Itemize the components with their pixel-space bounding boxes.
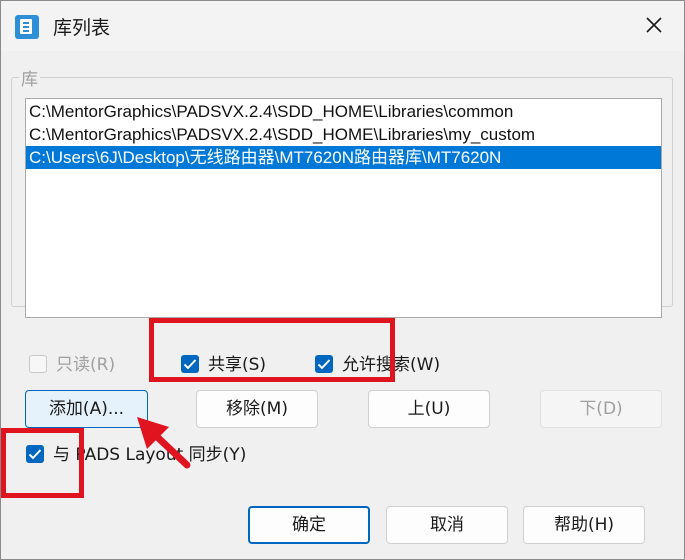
- shared-checkbox-box[interactable]: [181, 355, 199, 373]
- shared-label: 共享(S): [208, 355, 267, 375]
- library-listbox[interactable]: C:\MentorGraphics\PADSVX.2.4\SDD_HOME\Li…: [25, 98, 662, 318]
- checkmark-icon: [317, 359, 331, 370]
- cancel-button[interactable]: 取消: [386, 506, 508, 544]
- move-down-button[interactable]: 下(D): [540, 390, 662, 428]
- add-button[interactable]: 添加(A)...: [25, 390, 148, 428]
- readonly-checkbox-box[interactable]: [29, 355, 47, 373]
- title-bar[interactable]: 库列表: [1, 1, 684, 51]
- checkmark-icon: [183, 359, 197, 370]
- help-button[interactable]: 帮助(H): [523, 506, 645, 544]
- close-button[interactable]: [631, 5, 677, 45]
- window-title: 库列表: [53, 17, 111, 39]
- readonly-label: 只读(R): [56, 355, 116, 375]
- library-app-icon: [15, 15, 39, 39]
- checkmark-icon: [28, 449, 42, 460]
- sync-layout-label: 与 PADS Layout 同步(Y): [53, 445, 247, 465]
- library-list-item[interactable]: C:\MentorGraphics\PADSVX.2.4\SDD_HOME\Li…: [26, 100, 661, 123]
- allow-search-label: 允许搜索(W): [342, 355, 441, 375]
- library-list-dialog: 库列表 库 C:\MentorGraphics\PADSVX.2.4\SDD_H…: [0, 0, 685, 560]
- library-group-label: 库: [19, 65, 40, 90]
- remove-button[interactable]: 移除(M): [196, 390, 318, 428]
- close-icon: [646, 17, 662, 33]
- library-list-item-selected[interactable]: C:\Users\6J\Desktop\无线路由器\MT7620N路由器库\MT…: [26, 146, 661, 169]
- ok-button[interactable]: 确定: [248, 506, 370, 544]
- allow-search-checkbox-box[interactable]: [315, 355, 333, 373]
- move-up-button[interactable]: 上(U): [368, 390, 490, 428]
- library-list-item[interactable]: C:\MentorGraphics\PADSVX.2.4\SDD_HOME\Li…: [26, 123, 661, 146]
- sync-layout-checkbox-box[interactable]: [26, 445, 44, 463]
